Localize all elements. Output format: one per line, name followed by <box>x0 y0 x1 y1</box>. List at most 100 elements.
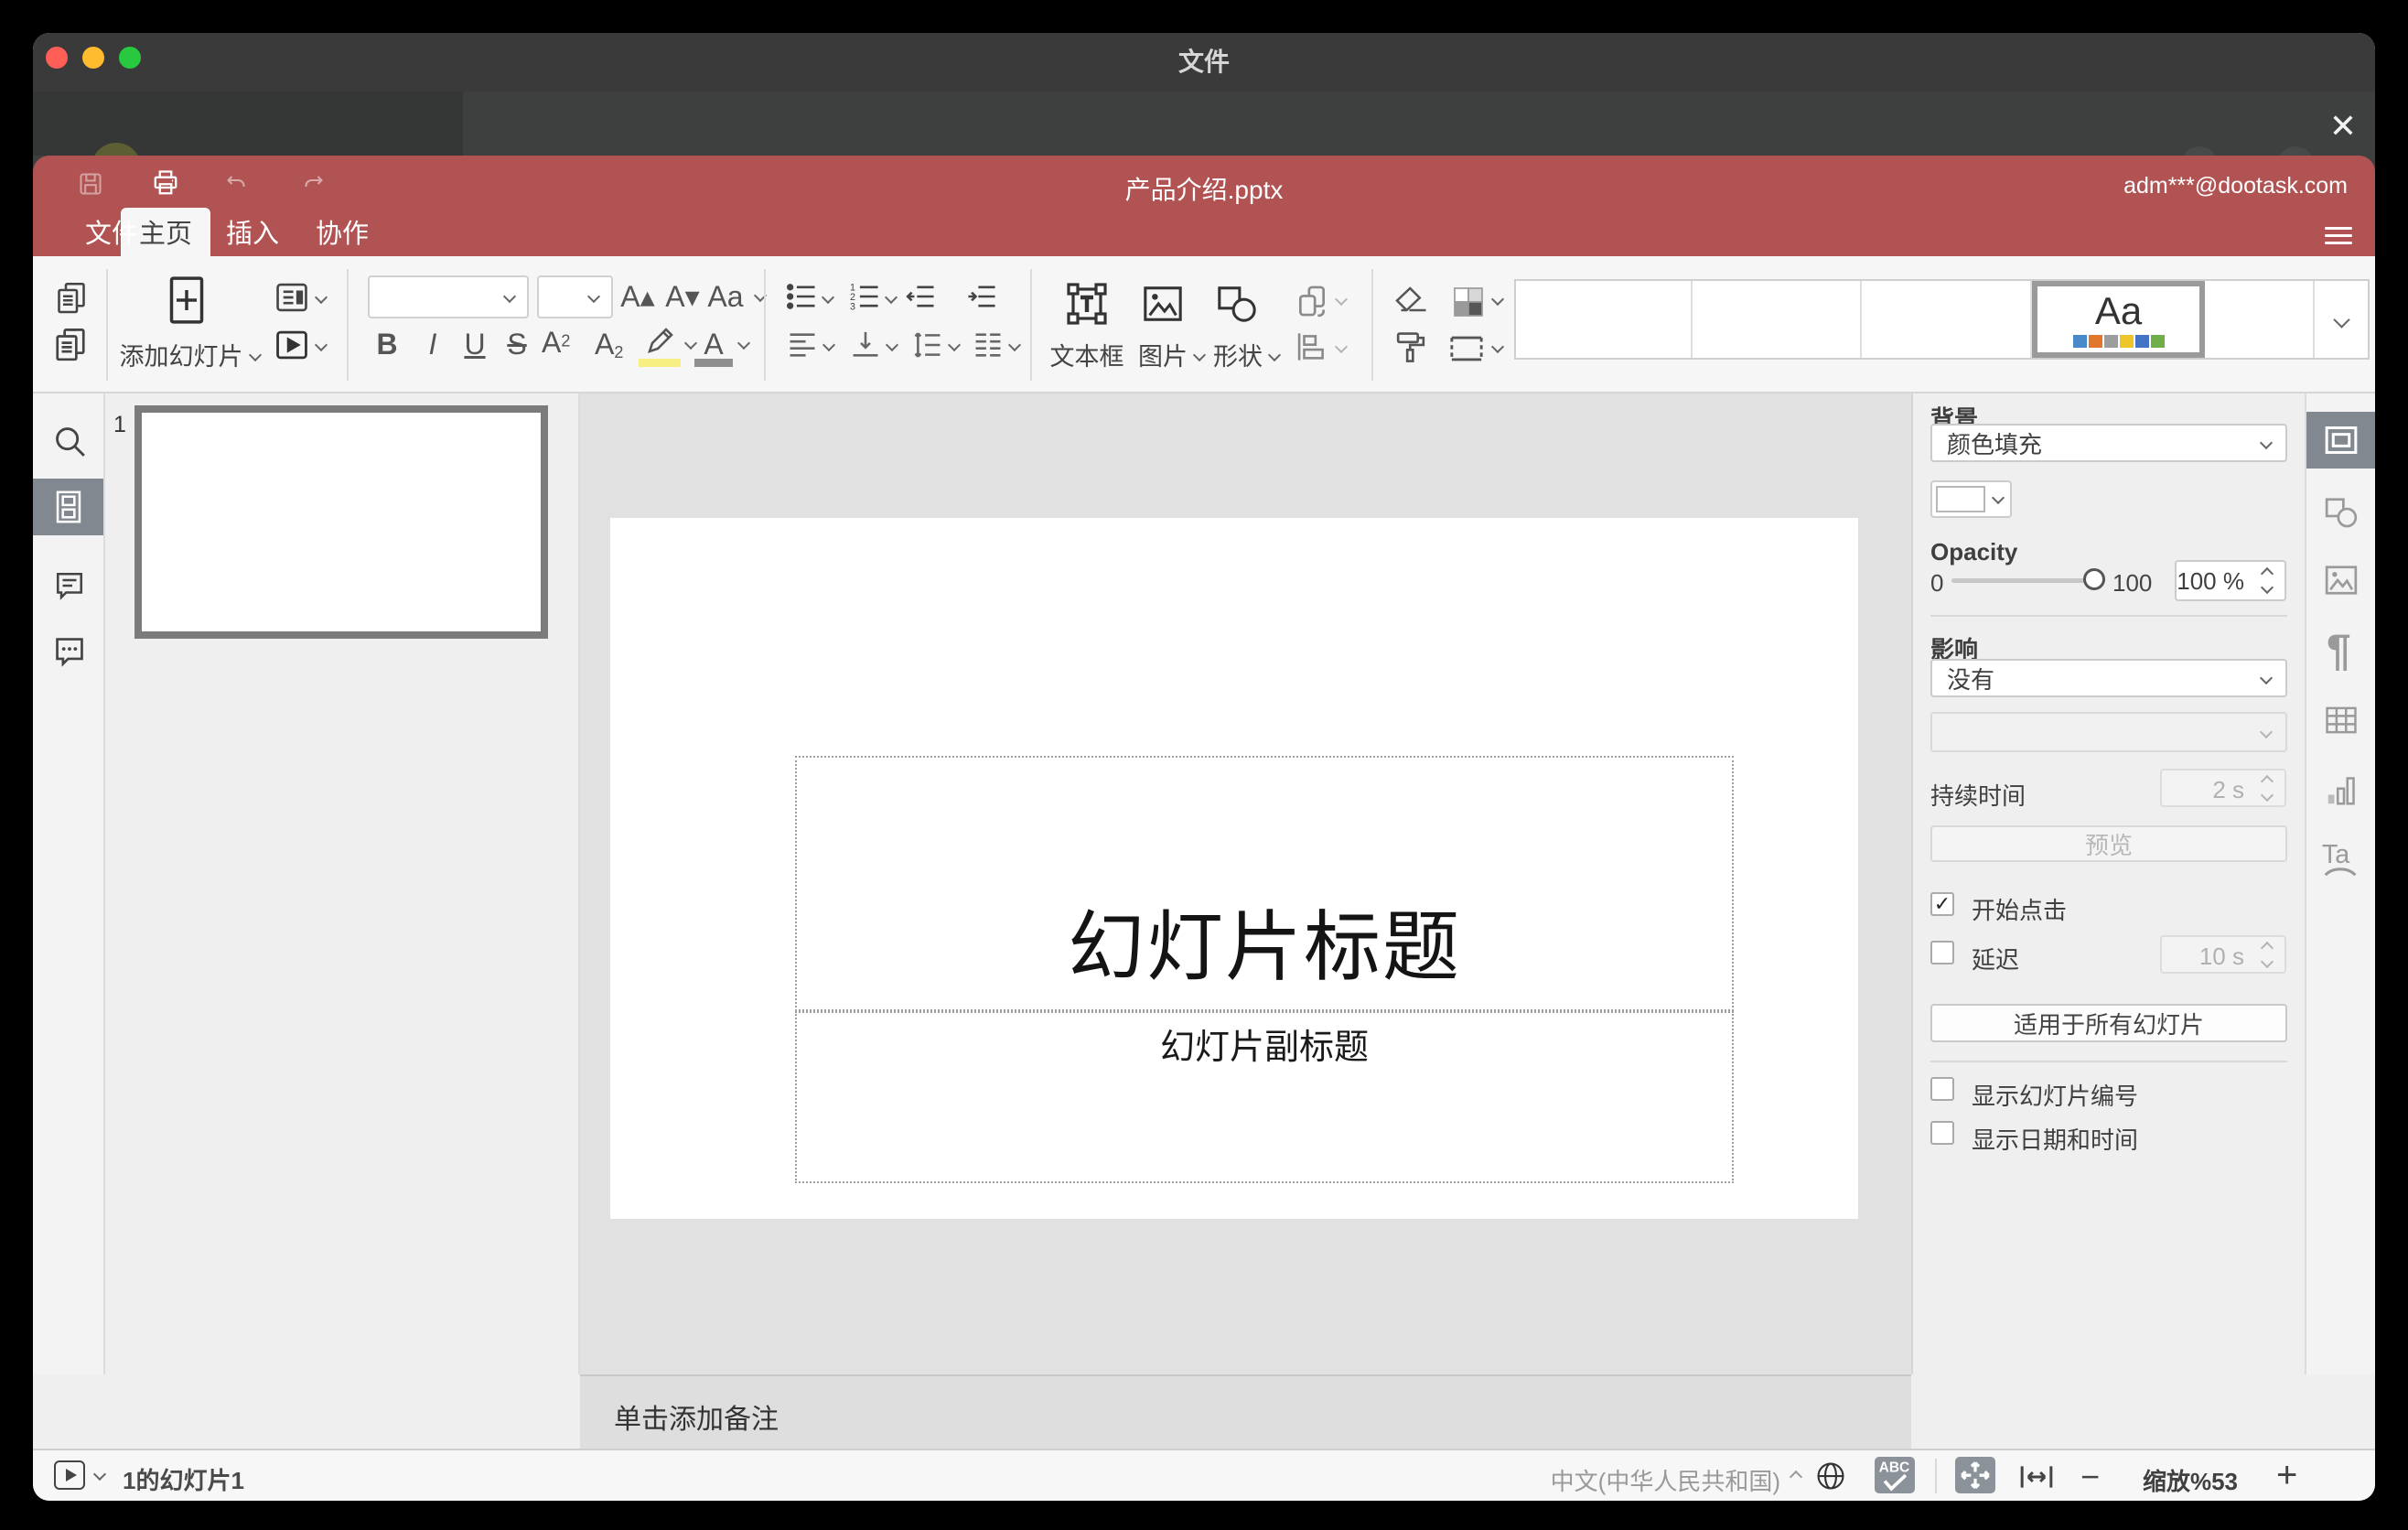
tab-home[interactable]: 主页 <box>133 212 199 256</box>
image-settings-icon[interactable] <box>2324 564 2359 597</box>
italic-button[interactable]: I <box>417 328 448 361</box>
add-slide-button[interactable]: 添加幻灯片 <box>112 337 267 372</box>
bullet-list-icon[interactable] <box>785 282 818 311</box>
chevron-up-icon[interactable] <box>2260 941 2274 955</box>
opacity-spinner[interactable]: 100 % <box>2175 560 2286 601</box>
show-date-checkbox[interactable] <box>1930 1121 1954 1145</box>
insert-shape-icon[interactable] <box>1216 284 1258 324</box>
chevron-down-icon[interactable] <box>947 338 962 352</box>
globe-icon[interactable] <box>1815 1460 1846 1492</box>
notes-area[interactable]: 单击添加备注 <box>580 1374 1911 1449</box>
chevron-down-icon[interactable] <box>314 290 328 305</box>
chevron-down-icon[interactable] <box>885 338 899 352</box>
slides-panel-tab[interactable] <box>33 479 103 535</box>
delay-spinner[interactable]: 10 s <box>2160 935 2286 974</box>
horizontal-align-icon[interactable] <box>786 329 819 361</box>
decrease-font-button[interactable]: A▾ <box>661 280 704 313</box>
zoom-out-button[interactable]: − <box>2080 1458 2100 1496</box>
chevron-up-icon[interactable] <box>1789 1470 1803 1484</box>
chat-icon[interactable] <box>51 634 88 669</box>
theme-thumbnail[interactable] <box>1693 281 1863 358</box>
add-slide-icon[interactable] <box>167 275 207 326</box>
language-selector[interactable]: 中文(中华人民共和国) <box>1506 1463 1780 1497</box>
chevron-down-icon[interactable] <box>1334 339 1349 354</box>
increase-indent-icon[interactable] <box>965 282 998 311</box>
tab-collaboration[interactable]: 协作 <box>309 212 375 256</box>
tab-insert[interactable]: 插入 <box>220 212 285 256</box>
chevron-down-icon[interactable] <box>821 290 835 305</box>
copy-style-icon[interactable] <box>1393 329 1428 366</box>
superscript-button[interactable]: A2 <box>542 326 586 359</box>
duration-spinner[interactable]: 2 s <box>2160 769 2286 807</box>
font-size-select[interactable] <box>537 275 613 318</box>
chevron-down-icon[interactable] <box>736 336 751 350</box>
effect-select[interactable]: 没有 <box>1930 659 2287 697</box>
clear-style-icon[interactable] <box>1392 286 1429 313</box>
slide-layout-icon[interactable] <box>274 282 309 313</box>
search-icon[interactable] <box>52 424 87 458</box>
numbered-list-icon[interactable]: 123 <box>848 282 881 311</box>
insert-image-icon[interactable] <box>1142 284 1184 324</box>
insert-shape-button[interactable]: 形状 <box>1200 337 1292 372</box>
chevron-down-icon[interactable] <box>314 338 328 352</box>
copy-icon[interactable] <box>55 282 88 315</box>
chevron-down-icon[interactable] <box>1490 292 1505 307</box>
font-name-select[interactable] <box>368 275 529 318</box>
highlight-color-icon[interactable] <box>644 324 677 357</box>
chevron-down-icon[interactable] <box>2260 954 2274 969</box>
paste-icon[interactable] <box>53 328 88 362</box>
effect-variant-select[interactable] <box>1930 712 2287 752</box>
menu-icon[interactable] <box>2325 227 2352 245</box>
chevron-down-icon[interactable] <box>2260 788 2274 803</box>
text-box-button[interactable]: 文本框 <box>1036 337 1138 372</box>
chevron-down-icon[interactable] <box>1334 292 1349 307</box>
theme-gallery-expand[interactable] <box>2313 281 2368 358</box>
apply-to-all-slides-button[interactable]: 适用于所有幻灯片 <box>1930 1004 2287 1042</box>
title-placeholder[interactable]: 幻灯片标题 <box>795 756 1734 1011</box>
bold-button[interactable]: B <box>371 328 403 361</box>
shape-settings-icon[interactable] <box>2324 496 2359 529</box>
chevron-up-icon[interactable] <box>2260 774 2274 789</box>
start-slideshow-button[interactable] <box>54 1460 85 1490</box>
chevron-down-icon[interactable] <box>884 290 898 305</box>
chevron-down-icon[interactable] <box>1490 339 1505 354</box>
slide-thumbnail-selected[interactable] <box>134 405 548 639</box>
font-color-button[interactable]: A <box>698 328 729 361</box>
start-slideshow-icon[interactable] <box>274 329 309 361</box>
chevron-down-icon[interactable] <box>2260 580 2274 595</box>
chevron-down-icon[interactable] <box>1007 338 1022 352</box>
slide-size-icon[interactable] <box>1447 333 1486 364</box>
table-settings-icon[interactable] <box>2324 705 2359 736</box>
vertical-align-icon[interactable] <box>849 329 882 361</box>
background-color-picker[interactable] <box>1930 480 2012 518</box>
subscript-button[interactable]: A2 <box>595 328 639 362</box>
slider-thumb[interactable] <box>2083 568 2105 590</box>
zoom-in-button[interactable]: + <box>2276 1455 2297 1496</box>
close-icon[interactable]: ✕ <box>2323 106 2363 146</box>
theme-thumbnail[interactable] <box>2205 281 2313 358</box>
subtitle-placeholder[interactable]: 幻灯片副标题 <box>795 1011 1734 1183</box>
align-shape-icon[interactable] <box>1294 331 1330 362</box>
chevron-down-icon[interactable] <box>683 336 698 350</box>
arrange-shape-icon[interactable] <box>1293 284 1331 318</box>
theme-thumbnail-selected[interactable]: Aa <box>2031 281 2206 358</box>
spell-check-button[interactable]: ABC <box>1875 1457 1915 1493</box>
text-art-settings-icon[interactable]: Ta <box>2320 838 2362 880</box>
fit-to-width-button[interactable] <box>2018 1464 2055 1490</box>
increase-font-button[interactable]: A▴ <box>616 280 660 313</box>
text-box-icon[interactable] <box>1065 280 1109 328</box>
line-spacing-icon[interactable] <box>911 329 944 361</box>
theme-thumbnail[interactable] <box>1516 281 1693 358</box>
fit-to-slide-button[interactable] <box>1955 1457 1995 1493</box>
chevron-down-icon[interactable] <box>92 1467 107 1482</box>
slide-settings-tab[interactable] <box>2306 412 2375 469</box>
theme-thumbnail[interactable] <box>1862 281 2032 358</box>
chevron-down-icon[interactable] <box>822 338 836 352</box>
columns-icon[interactable] <box>972 329 1005 361</box>
chart-settings-icon[interactable] <box>2324 774 2359 807</box>
preview-button[interactable]: 预览 <box>1930 825 2287 862</box>
decrease-indent-icon[interactable] <box>904 282 937 311</box>
start-on-click-checkbox[interactable]: ✓ <box>1930 892 1954 916</box>
color-scheme-icon[interactable] <box>1449 284 1488 320</box>
slide-canvas[interactable]: 幻灯片标题 幻灯片副标题 <box>610 518 1858 1219</box>
